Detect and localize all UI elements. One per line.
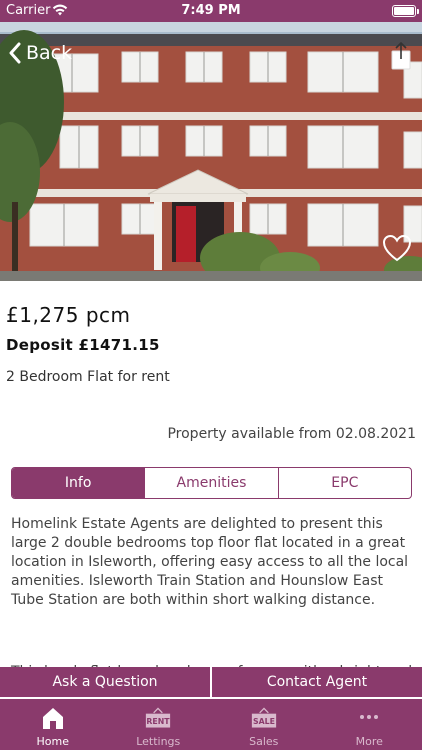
tabbar-more[interactable]: More [317,699,422,750]
back-button[interactable]: Back [8,42,72,64]
tabbar-label: More [355,735,383,748]
availability-date: Property available from 02.08.2021 [167,426,416,442]
sale-sign-icon: SALE [251,707,276,728]
tabbar-sales[interactable]: SALE Sales [211,699,317,750]
battery-icon [392,5,419,17]
chevron-left-icon [9,42,21,64]
tabbar-label: Home [36,735,69,748]
property-type: 2 Bedroom Flat for rent [6,369,170,385]
property-description: Homelink Estate Agents are delighted to … [11,515,413,682]
contact-agent-button[interactable]: Contact Agent [212,667,422,697]
svg-text:SALE: SALE [253,717,275,726]
clock: 7:49 PM [181,3,241,18]
ask-question-button[interactable]: Ask a Question [0,667,210,697]
tabbar-label: Sales [249,735,279,748]
rent-sign-icon: RENT [146,707,171,728]
price: £1,275 pcm [6,303,131,327]
status-bar: Carrier 7:49 PM [0,0,422,22]
heart-icon[interactable] [382,234,412,262]
property-photo[interactable]: Back [0,22,422,281]
svg-text:RENT: RENT [147,717,171,726]
detail-tabs: Info Amenities EPC [11,467,412,499]
back-label: Back [26,42,73,64]
more-dots-icon [360,715,379,719]
home-icon [42,708,63,729]
bottom-tab-bar: Home RENT Lettings SALE Sales More [0,699,422,750]
tab-epc[interactable]: EPC [277,468,411,498]
description-paragraph: Homelink Estate Agents are delighted to … [11,516,409,608]
tab-amenities[interactable]: Amenities [144,468,277,498]
tabbar-home[interactable]: Home [0,699,106,750]
share-icon[interactable] [390,42,412,70]
tabbar-label: Lettings [136,735,181,748]
action-bar: Ask a Question Contact Agent [0,667,422,697]
tab-info[interactable]: Info [12,468,145,498]
deposit: Deposit £1471.15 [6,336,160,354]
tabbar-lettings[interactable]: RENT Lettings [106,699,212,750]
